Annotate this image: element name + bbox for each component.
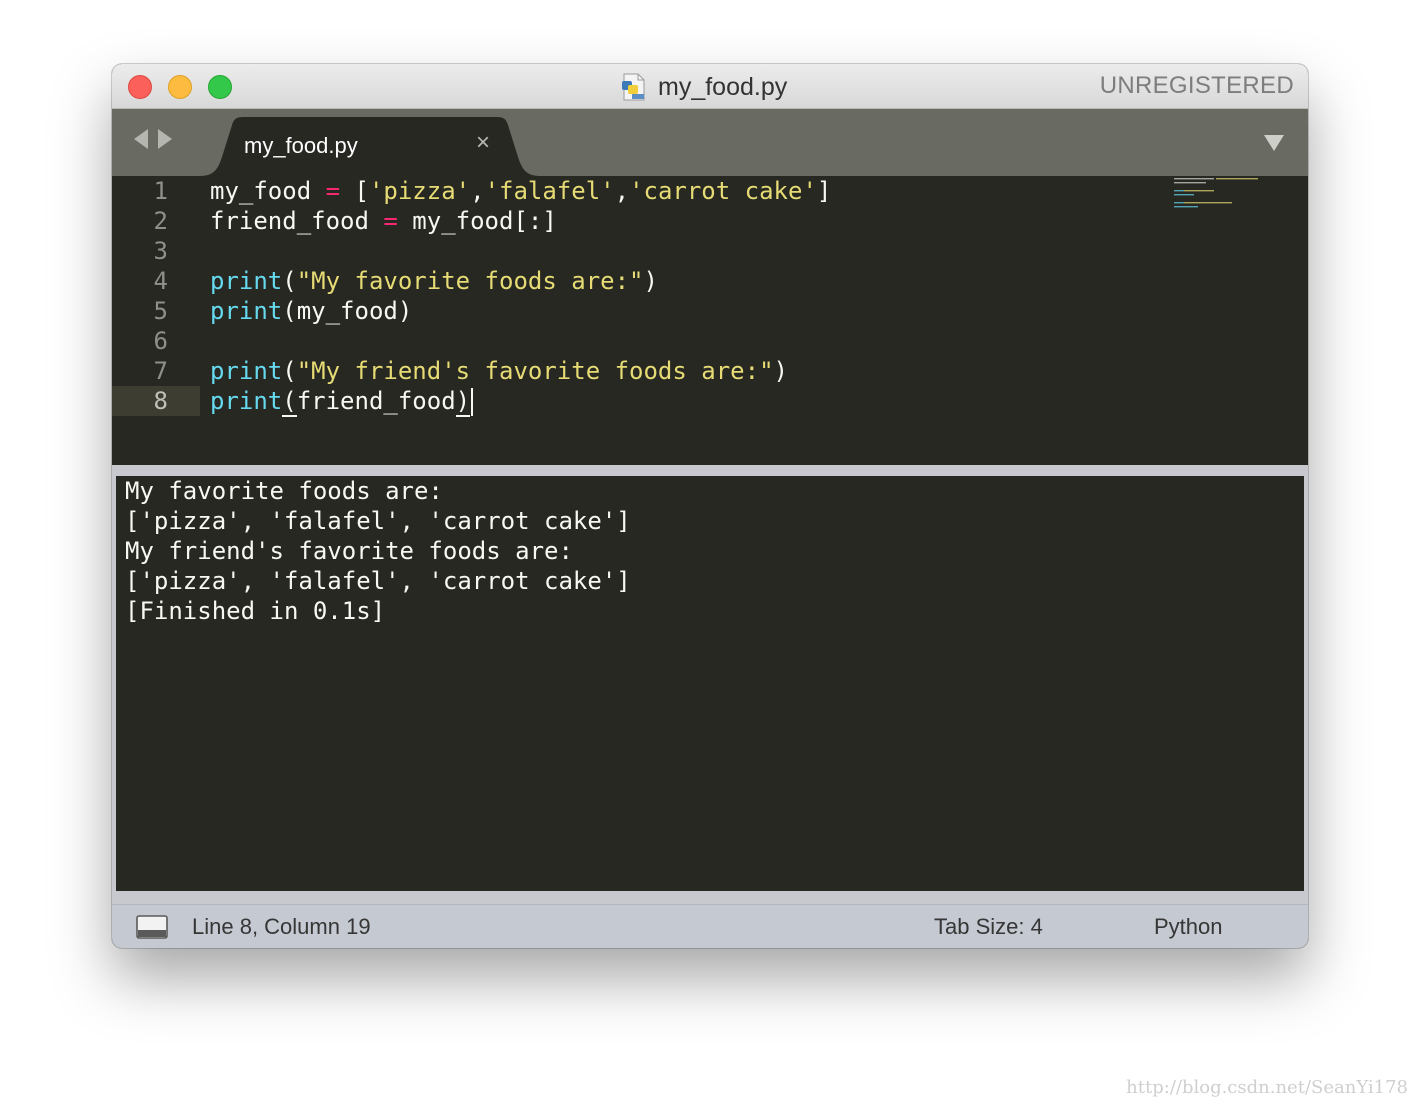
next-tab-icon[interactable]	[158, 129, 172, 149]
title-bar: my_food.py UNREGISTERED	[112, 64, 1308, 109]
output-panel-frame: My favorite foods are: ['pizza', 'falafe…	[112, 476, 1308, 904]
code-editor[interactable]: 1 2 3 4 5 6 7 8 my_food = ['pizza','fala…	[112, 176, 1308, 465]
window-title-group: my_food.py	[618, 70, 787, 104]
previous-tab-icon[interactable]	[134, 129, 148, 149]
status-bar: Line 8, Column 19 Tab Size: 4 Python	[112, 904, 1308, 948]
line-number: 5	[153, 297, 168, 325]
code-line[interactable]: print(my_food)	[210, 296, 412, 326]
code-line[interactable]: print("My favorite foods are:")	[210, 266, 658, 296]
output-line: [Finished in 0.1s]	[125, 597, 386, 625]
line-number-active: 8	[112, 386, 200, 416]
syntax-selector[interactable]: Python	[1154, 914, 1223, 940]
unregistered-label: UNREGISTERED	[1099, 72, 1294, 99]
code-line[interactable]: friend_food = my_food[:]	[210, 206, 557, 236]
tab-size-selector[interactable]: Tab Size: 4	[934, 914, 1043, 940]
tab-close-icon[interactable]: ×	[476, 131, 490, 155]
output-line: My favorite foods are:	[125, 477, 443, 505]
line-number: 2	[153, 207, 168, 235]
tab-my-food[interactable]: my_food.py ×	[200, 117, 540, 176]
code-line[interactable]: print(friend_food)	[210, 386, 474, 417]
window-title: my_food.py	[658, 72, 788, 101]
line-number: 7	[153, 357, 168, 385]
output-line: My friend's favorite foods are:	[125, 537, 573, 565]
output-line: ['pizza', 'falafel', 'carrot cake']	[125, 567, 631, 595]
text-cursor	[471, 388, 474, 416]
minimap[interactable]	[1174, 178, 1264, 214]
tab-label: my_food.py	[244, 133, 358, 158]
line-number: 3	[153, 237, 168, 265]
tab-bar: my_food.py ×	[112, 109, 1308, 176]
editor-window: my_food.py UNREGISTERED my_food.py × 1 2…	[112, 64, 1308, 948]
cursor-position: Line 8, Column 19	[192, 914, 371, 939]
tab-navigation	[134, 129, 172, 149]
code-line[interactable]: print("My friend's favorite foods are:")	[210, 356, 788, 386]
toggle-panel-icon[interactable]	[136, 915, 168, 939]
minimize-window-button[interactable]	[168, 75, 192, 99]
line-number: 4	[153, 267, 168, 295]
close-window-button[interactable]	[128, 75, 152, 99]
build-output-panel[interactable]: My favorite foods are: ['pizza', 'falafe…	[116, 476, 1304, 891]
python-file-icon	[618, 72, 650, 102]
zoom-window-button[interactable]	[208, 75, 232, 99]
line-number: 6	[153, 327, 168, 355]
watermark-text: http://blog.csdn.net/SeanYi178	[1126, 1077, 1408, 1098]
output-line: ['pizza', 'falafel', 'carrot cake']	[125, 507, 631, 535]
line-number: 1	[153, 177, 168, 205]
code-line[interactable]: my_food = ['pizza','falafel','carrot cak…	[210, 176, 831, 206]
tab-list-dropdown-icon[interactable]	[1264, 135, 1284, 151]
